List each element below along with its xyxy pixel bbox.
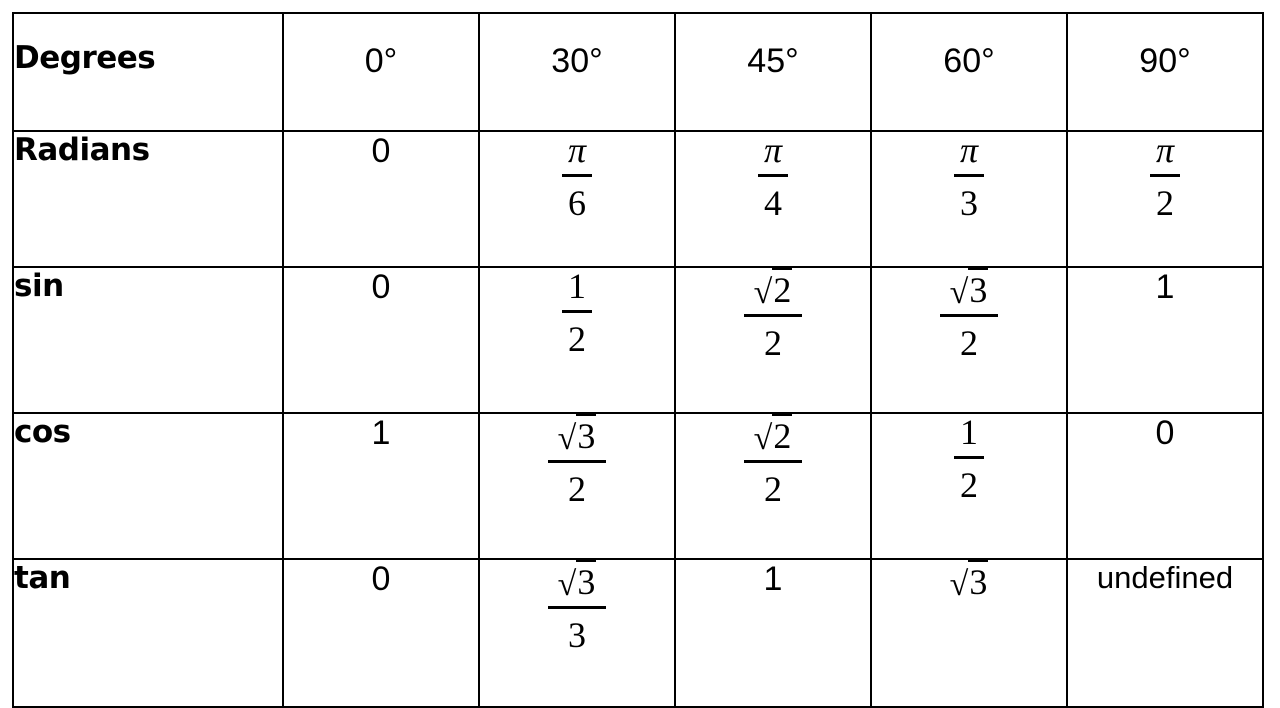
table-cell: 0 (282, 266, 480, 414)
table-cell: 0 (1066, 412, 1264, 560)
fraction: 12 (562, 268, 592, 357)
numerator: √ 3 (552, 414, 603, 460)
numerator: √ 2 (748, 268, 799, 314)
fraction: √ 3 3 (547, 560, 607, 655)
numerator-text: π (763, 130, 783, 170)
denominator: 2 (959, 323, 978, 363)
table-cell: π6 (478, 130, 676, 268)
radicand: 2 (772, 268, 793, 310)
trig-values-table: Degrees 0° 30° 45° 60° 90° Radians 0 π 6 π 4 π 3 π 2 sin… (12, 12, 1264, 708)
square-root-expression: √ 3 (949, 560, 989, 603)
radicand: 3 (576, 414, 597, 456)
fraction: 12 (954, 414, 984, 503)
denominator: 3 (959, 183, 978, 223)
numerator: π (1150, 132, 1180, 174)
table-cell: √ 2 2 (674, 412, 872, 560)
table-cell: π3 (870, 130, 1068, 268)
radical-sign: √ (949, 274, 969, 311)
table-cell: √ 2 2 (674, 266, 872, 414)
fraction: √ 2 2 (743, 414, 803, 509)
square-root-expression: √ 3 (557, 414, 597, 457)
numerator: π (954, 132, 984, 174)
square-root-expression: √ 3 (949, 268, 989, 311)
row-header: sin (12, 266, 284, 414)
numerator: π (562, 132, 592, 174)
table-cell: 30° (478, 12, 676, 132)
table-cell: π2 (1066, 130, 1264, 268)
table-cell: 0 (282, 558, 480, 708)
fraction: π4 (757, 132, 789, 223)
numerator-text: π (959, 130, 979, 170)
denominator: 2 (567, 469, 586, 509)
radical-sign: √ (949, 566, 969, 603)
radical-sign: √ (557, 420, 577, 457)
numerator: π (758, 132, 788, 174)
radicand: 3 (968, 560, 989, 602)
denominator: 3 (567, 615, 586, 655)
table-row-radians: Radians 0 π 6 π 4 π 3 π 2 (12, 130, 1264, 268)
table-cell: √ 3 (870, 558, 1068, 708)
radicand: 3 (576, 560, 597, 602)
table-cell: √ 3 2 (870, 266, 1068, 414)
table-cell: √ 3 2 (478, 412, 676, 560)
numerator: 1 (954, 414, 984, 456)
table-body: Degrees 0° 30° 45° 60° 90° Radians 0 π 6 π 4 π 3 π 2 sin… (12, 12, 1264, 708)
table-cell: √ 3 3 (478, 558, 676, 708)
row-header: Degrees (12, 12, 284, 132)
fraction: π3 (953, 132, 985, 223)
table-row-cos: cos 1 √ 3 2 √ 2 2 1 2 0 (12, 412, 1264, 560)
table-cell: 12 (478, 266, 676, 414)
denominator: 2 (1155, 183, 1174, 223)
denominator: 2 (763, 469, 782, 509)
denominator: 4 (763, 183, 782, 223)
fraction: π6 (561, 132, 593, 223)
denominator: 6 (567, 183, 586, 223)
table-row-sin: sin 0 1 2 √ 2 2 √ 3 2 1 (12, 266, 1264, 414)
numerator-text: π (1155, 130, 1175, 170)
numerator-text: 1 (960, 412, 978, 452)
table-cell: undefined (1066, 558, 1264, 708)
table-row-tan: tan 0 √ 3 3 1 √ 3 undefined (12, 558, 1264, 708)
square-root-expression: √ 3 (557, 560, 597, 603)
row-header: tan (12, 558, 284, 708)
table-cell: 45° (674, 12, 872, 132)
numerator-text: 1 (568, 266, 586, 306)
row-header: cos (12, 412, 284, 560)
radical-sign: √ (753, 420, 773, 457)
table-cell: 0 (282, 130, 480, 268)
table-cell: 90° (1066, 12, 1264, 132)
fraction: √ 3 2 (547, 414, 607, 509)
table-cell: 1 (282, 412, 480, 560)
radical-sign: √ (557, 566, 577, 603)
fraction: √ 3 2 (939, 268, 999, 363)
fraction: √ 2 2 (743, 268, 803, 363)
square-root-expression: √ 2 (753, 414, 793, 457)
denominator: 2 (568, 319, 586, 359)
table-cell: 1 (1066, 266, 1264, 414)
radical-sign: √ (753, 274, 773, 311)
numerator: √ 2 (748, 414, 799, 460)
numerator: 1 (562, 268, 592, 310)
numerator: √ 3 (552, 560, 603, 606)
square-root-expression: √ 2 (753, 268, 793, 311)
table-cell: 60° (870, 12, 1068, 132)
table-cell: 12 (870, 412, 1068, 560)
table-row-degrees: Degrees 0° 30° 45° 60° 90° (12, 12, 1264, 132)
fraction: π2 (1149, 132, 1181, 223)
table-cell: 1 (674, 558, 872, 708)
radicand: 3 (968, 268, 989, 310)
denominator: 2 (960, 465, 978, 505)
denominator: 2 (763, 323, 782, 363)
table-cell: 0° (282, 12, 480, 132)
table-cell: π4 (674, 130, 872, 268)
radicand: 2 (772, 414, 793, 456)
numerator: √ 3 (944, 268, 995, 314)
numerator-text: π (567, 130, 587, 170)
row-header: Radians (12, 130, 284, 268)
